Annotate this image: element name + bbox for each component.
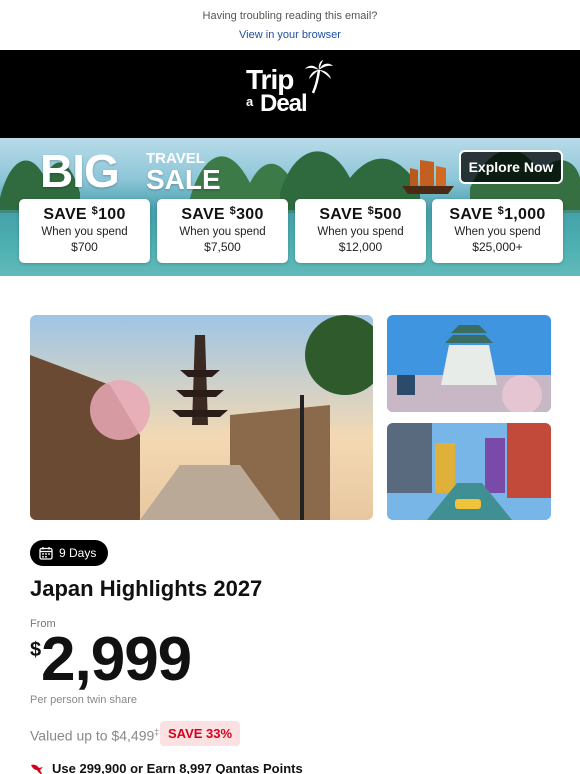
tier-save-prefix: SAVE [43,206,92,223]
big-travel-sale-title: BIG TRAVEL SALE [40,144,240,197]
dotonbori-canal-image [387,423,551,520]
qantas-kangaroo-icon [31,764,43,774]
tier-spend-amount: $25,000+ [472,240,523,254]
tier-amount: 1,000 [504,206,546,223]
tier-spend-label: When you spend [454,226,541,238]
tier-amount: 500 [374,206,402,223]
tier-spend-amount: $12,000 [338,240,383,254]
tripadeal-logo[interactable]: Trip a Deal [246,60,336,124]
savings-tiers: SAVE $100 When you spend $700 SAVE $300 … [0,199,580,263]
tier-card[interactable]: SAVE $300 When you spend $7,500 [157,199,288,263]
title-sale: SALE [146,164,221,195]
deal-title[interactable]: Japan Highlights 2027 [30,576,262,602]
tier-spend-label: When you spend [317,226,404,238]
valued-footnote-mark: ‡ [154,727,160,737]
junk-boat-icon [402,160,454,194]
tier-save-prefix: SAVE [449,206,498,223]
osaka-castle-image [387,315,551,412]
price-note: Per person twin share [30,694,137,706]
logo-word-deal: Deal [260,90,308,117]
tier-save: SAVE $100 [19,205,150,224]
tier-save: SAVE $1,000 [432,205,563,224]
valued-text: Valued up to $4,499 [30,727,155,744]
osaka-castle-photo[interactable] [387,315,551,412]
preheader-text: Having troubling reading this email? [202,10,378,22]
tier-card[interactable]: SAVE $100 When you spend $700 [19,199,150,263]
header-logo-bar: Trip a Deal [0,50,580,138]
palm-tree-icon [305,60,333,94]
tier-spend-label: When you spend [41,226,128,238]
kyoto-street-image [30,315,373,520]
tier-save: SAVE $500 [295,205,426,224]
dotonbori-canal-photo[interactable] [387,423,551,520]
tier-amount: 100 [98,206,126,223]
save-percent-badge: SAVE 33% [160,721,241,746]
tier-save-prefix: SAVE [181,206,230,223]
tier-card[interactable]: SAVE $500 When you spend $12,000 [295,199,426,263]
calendar-icon [39,547,53,560]
tier-spend-amount: $700 [71,240,98,254]
logo-word-a: a [246,94,254,109]
duration-text: 9 Days [59,546,97,560]
qantas-points-line: Use 299,900 or Earn 8,997 Qantas Points [30,761,303,774]
duration-badge: 9 Days [30,540,109,566]
tier-amount: 300 [236,206,264,223]
preheader: Having troubling reading this email? Vie… [0,10,580,41]
tier-spend-amount: $7,500 [204,240,241,254]
view-in-browser-link[interactable]: View in your browser [0,29,580,41]
kyoto-street-photo[interactable] [30,315,373,520]
explore-now-button[interactable]: Explore Now [459,150,563,184]
title-big: BIG [40,145,120,197]
tier-card[interactable]: SAVE $1,000 When you spend $25,000+ [432,199,563,263]
price-amount: 2,999 [41,625,192,694]
tier-save: SAVE $300 [157,205,288,224]
valued-up-to: Valued up to $4,499‡ [30,727,159,744]
tier-save-prefix: SAVE [319,206,368,223]
tier-spend-label: When you spend [179,226,266,238]
price-currency: $ [30,639,42,661]
qantas-points-text: Use 299,900 or Earn 8,997 Qantas Points [52,761,303,774]
